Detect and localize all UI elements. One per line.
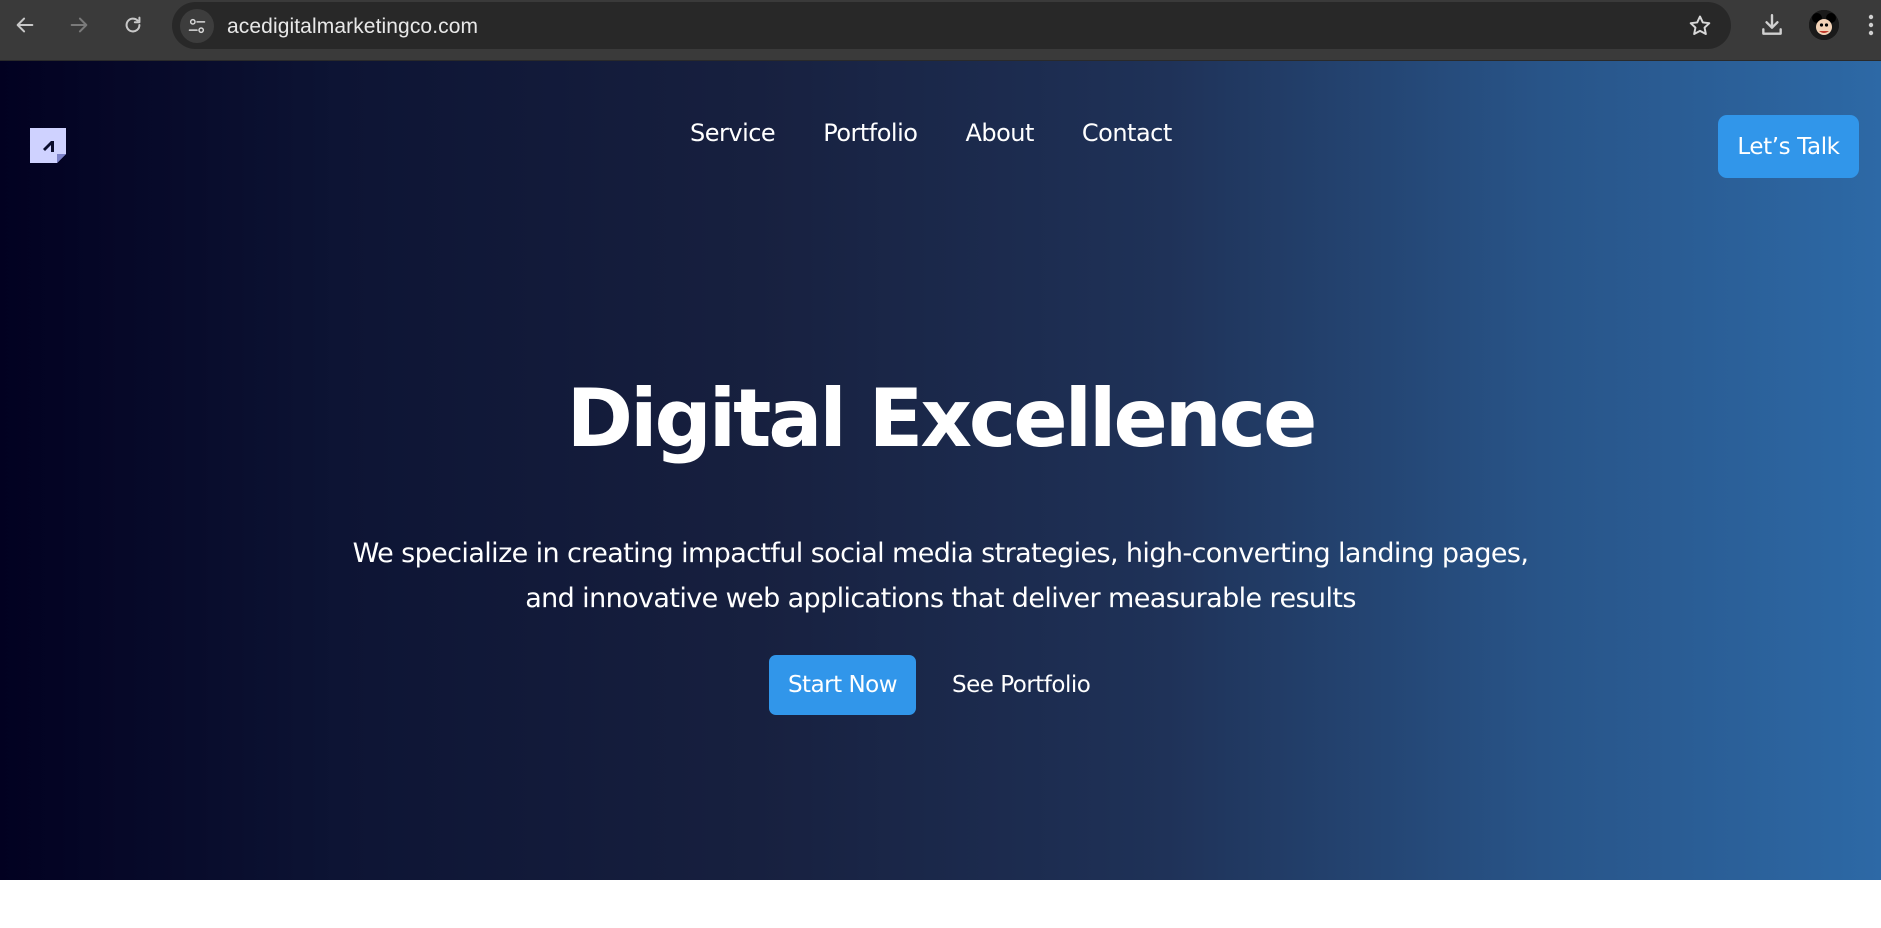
browser-menu-button[interactable] <box>1860 8 1881 42</box>
nav-link-portfolio[interactable]: Portfolio <box>823 119 918 147</box>
see-portfolio-link[interactable]: See Portfolio <box>952 655 1091 715</box>
hero-title: Digital Excellence <box>566 372 1318 465</box>
hero-subtitle: We specialize in creating impactful soci… <box>0 531 1881 621</box>
forward-button[interactable] <box>62 8 96 42</box>
hero-subtitle-line-2: and innovative web applications that del… <box>525 583 1356 614</box>
browser-toolbar: acedigitalmarketingco.com <box>0 0 1881 61</box>
address-bar[interactable]: acedigitalmarketingco.com <box>172 2 1731 49</box>
forward-arrow-icon <box>70 17 88 33</box>
back-arrow-icon <box>16 17 34 33</box>
logo-icon[interactable] <box>30 128 66 163</box>
hero-subtitle-line-1: We specialize in creating impactful soci… <box>352 538 1529 569</box>
url-text[interactable]: acedigitalmarketingco.com <box>227 15 478 39</box>
tune-icon <box>188 18 206 34</box>
profile-button[interactable] <box>1807 8 1841 42</box>
download-icon <box>1762 14 1782 35</box>
kebab-menu-icon <box>1868 14 1873 36</box>
star-icon[interactable] <box>1687 13 1713 39</box>
download-button[interactable] <box>1755 8 1789 42</box>
site-info-button[interactable] <box>180 9 214 43</box>
reload-icon <box>125 16 141 33</box>
hero-section: Service Portfolio About Contact Let’s Ta… <box>0 61 1881 880</box>
start-now-button[interactable]: Start Now <box>769 655 916 715</box>
nav-link-contact[interactable]: Contact <box>1082 119 1172 147</box>
main-nav: Service Portfolio About Contact <box>690 119 1172 147</box>
nav-link-about[interactable]: About <box>965 119 1034 147</box>
back-button[interactable] <box>8 8 42 42</box>
avatar <box>1809 10 1839 40</box>
lets-talk-button[interactable]: Let’s Talk <box>1718 115 1859 178</box>
reload-button[interactable] <box>116 8 150 42</box>
nav-link-service[interactable]: Service <box>690 119 776 147</box>
